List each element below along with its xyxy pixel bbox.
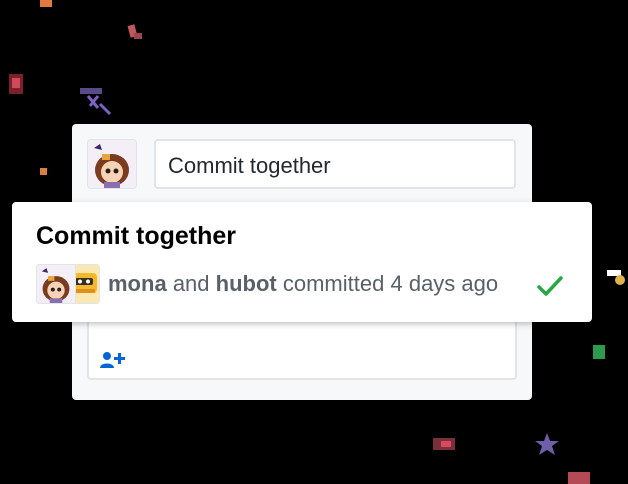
star-confetti [535, 433, 559, 455]
confetti-piece [40, 0, 52, 7]
confetti-piece [134, 33, 142, 39]
confetti-piece [80, 88, 112, 116]
author-link-hubot[interactable]: hubot [216, 271, 277, 296]
confetti-piece [12, 78, 20, 88]
coauthor-avatars [36, 264, 100, 304]
connector-text: and [172, 271, 210, 296]
commit-time: 4 days ago [390, 271, 499, 296]
author-avatar [87, 139, 137, 189]
confetti-piece [593, 345, 605, 359]
commit-meta: mona and hubot committed 4 days ago [108, 271, 498, 297]
confetti-piece [568, 472, 590, 484]
author-link-mona[interactable]: mona [108, 271, 167, 296]
checkmark-icon [537, 276, 563, 296]
confetti-piece [441, 441, 451, 447]
mona-avatar [36, 264, 76, 304]
mona-avatar-icon [37, 265, 75, 303]
commit-message-input[interactable]: Commit together [154, 139, 516, 189]
coauthor-box[interactable] [87, 314, 517, 380]
commit-summary-card[interactable]: Commit together mona and hubot committed… [12, 202, 592, 322]
confetti-piece [615, 275, 625, 285]
mona-avatar-icon [88, 140, 136, 188]
commit-title[interactable]: Commit together [36, 222, 236, 251]
commit-action-text: committed [282, 271, 385, 296]
commit-message-value: Commit together [168, 153, 331, 178]
add-person-icon[interactable] [99, 350, 127, 370]
confetti-piece [40, 168, 47, 175]
